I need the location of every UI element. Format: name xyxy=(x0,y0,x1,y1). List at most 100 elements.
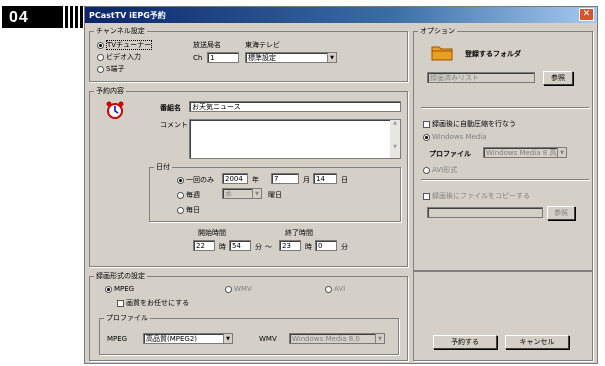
weekday-unit: 曜日 xyxy=(268,191,282,199)
weekly-label: 毎週 xyxy=(186,191,200,199)
month-unit: 月 xyxy=(303,176,310,184)
options-divider-2 xyxy=(421,179,589,180)
record-format-legend: 録画形式の設定 xyxy=(96,272,145,280)
reserve-button[interactable]: 予約する xyxy=(433,335,497,349)
program-legend: 予約内容 xyxy=(96,87,124,95)
end-hour-input[interactable]: 23 xyxy=(279,240,301,251)
close-button[interactable]: ✕ xyxy=(579,8,594,21)
radio-dot xyxy=(177,191,184,199)
compress-wm-radio[interactable]: Windows Media xyxy=(423,133,487,141)
time-range-tilde: 〜 xyxy=(265,243,272,251)
start-hour-unit: 時 xyxy=(219,243,226,251)
chevron-down-icon: ▼ xyxy=(252,189,261,198)
radio-dot xyxy=(97,65,104,73)
wmv-profile-select[interactable]: Windows Media 8.0 ▼ xyxy=(289,333,385,344)
comment-textarea[interactable] xyxy=(189,119,401,159)
channel-preset-value: 標準設定 xyxy=(248,54,276,62)
format-avi-radio[interactable]: AVI xyxy=(325,285,345,293)
auto-quality-checkbox[interactable]: 画質をお任せにする xyxy=(117,298,189,308)
checkbox-box xyxy=(117,299,124,307)
daily-label: 毎日 xyxy=(186,206,200,214)
year-input[interactable]: 2004 xyxy=(222,173,248,184)
start-time-label: 開始時間 xyxy=(198,229,226,237)
options-divider xyxy=(421,107,589,108)
checkbox-box xyxy=(423,192,430,200)
weekday-select[interactable]: 水 ▼ xyxy=(222,188,262,199)
auto-compress-checkbox[interactable]: 録画後に自動圧縮を行なう xyxy=(423,119,516,129)
compress-profile-value: Windows Media 8 高品 xyxy=(486,149,564,157)
folder-label: 登録するフォルダ xyxy=(465,50,521,58)
chevron-down-icon: ▼ xyxy=(327,53,336,62)
window-title: PCastTV iEPG予約 xyxy=(85,7,597,23)
station-label: 放送局名 xyxy=(193,41,221,49)
format-wmv-radio[interactable]: WMV xyxy=(225,285,252,293)
year-unit: 年 xyxy=(252,176,259,184)
copy-file-checkbox[interactable]: 録画後にファイルをコピーする xyxy=(423,191,530,201)
end-min-input[interactable]: 0 xyxy=(315,240,337,251)
reservation-dialog: PCastTV iEPG予約 ✕ チャンネル設定 TVチューナー ビデオ入力 S… xyxy=(84,6,598,364)
mpeg-profile-select[interactable]: 高品質(MPEG2) ▼ xyxy=(143,333,233,344)
source-s-video-label: S端子 xyxy=(106,65,125,73)
copy-path-input[interactable] xyxy=(427,207,543,218)
page-number-badge: 04 xyxy=(2,6,60,28)
chevron-down-icon: ▼ xyxy=(375,334,384,343)
source-tuner-label: TVチューナー xyxy=(106,40,153,50)
alarm-clock-icon xyxy=(105,100,125,120)
chevron-down-icon: ▼ xyxy=(223,334,232,343)
once-radio[interactable]: 一回のみ xyxy=(177,175,214,185)
weekday-value: 水 xyxy=(225,190,232,198)
scroll-down-icon: ▼ xyxy=(393,144,397,150)
copy-file-label: 録画後にファイルをコピーする xyxy=(432,192,530,200)
date-legend: 日付 xyxy=(156,163,170,171)
format-wmv-label: WMV xyxy=(234,285,252,293)
start-min-input[interactable]: 54 xyxy=(229,240,251,251)
day-input[interactable]: 14 xyxy=(313,173,337,184)
comment-scrollbar[interactable]: ▲ ▼ xyxy=(390,120,400,158)
end-time-label: 終了時間 xyxy=(285,229,313,237)
radio-dot xyxy=(97,41,104,49)
cancel-button[interactable]: キャンセル xyxy=(505,335,569,349)
compress-profile-label: プロファイル xyxy=(429,150,471,158)
end-hour-unit: 時 xyxy=(305,243,312,251)
comment-label: コメント xyxy=(160,121,188,129)
radio-dot xyxy=(105,285,112,293)
source-s-video-radio[interactable]: S端子 xyxy=(97,64,124,74)
auto-compress-label: 録画後に自動圧縮を行なう xyxy=(432,120,516,128)
weekly-radio[interactable]: 毎週 xyxy=(177,190,200,200)
chevron-down-icon: ▼ xyxy=(557,148,566,157)
start-hour-input[interactable]: 22 xyxy=(193,240,215,251)
source-tuner-radio[interactable]: TVチューナー xyxy=(97,40,153,50)
radio-dot xyxy=(177,206,184,214)
station-name: 東海テレビ xyxy=(245,41,280,49)
options-legend: オプション xyxy=(420,27,455,35)
channel-preset-select[interactable]: 標準設定 ▼ xyxy=(245,52,337,63)
program-title-label: 番組名 xyxy=(160,104,181,112)
scroll-up-icon: ▲ xyxy=(393,120,397,126)
folder-icon xyxy=(431,43,453,61)
folder-path-input[interactable]: 録画済みリスト xyxy=(427,72,535,83)
daily-radio[interactable]: 毎日 xyxy=(177,205,200,215)
channel-number-input[interactable]: 1 xyxy=(207,52,239,63)
format-mpeg-label: MPEG xyxy=(114,285,135,293)
wmv-profile-value: Windows Media 8.0 xyxy=(292,335,360,343)
browse-copy-button[interactable]: 参照 xyxy=(547,206,575,220)
start-min-unit: 分 xyxy=(255,243,262,251)
program-title-input[interactable]: お天気ニュース xyxy=(189,101,401,112)
channel-settings-legend: チャンネル設定 xyxy=(96,27,145,35)
wmv-profile-label: WMV xyxy=(259,335,277,343)
browse-folder-button[interactable]: 参照 xyxy=(543,71,573,85)
mpeg-profile-label: MPEG xyxy=(107,335,128,343)
radio-dot xyxy=(225,285,232,293)
source-video-radio[interactable]: ビデオ入力 xyxy=(97,52,141,62)
format-mpeg-radio[interactable]: MPEG xyxy=(105,285,134,293)
format-avi-label: AVI xyxy=(334,285,346,293)
compress-wm-label: Windows Media xyxy=(432,133,487,141)
compress-avi-label: AVI形式 xyxy=(432,166,458,174)
day-unit: 日 xyxy=(341,176,348,184)
month-input[interactable]: 7 xyxy=(271,173,299,184)
auto-quality-label: 画質をお任せにする xyxy=(126,299,190,307)
mpeg-profile-value: 高品質(MPEG2) xyxy=(146,335,198,343)
ch-label: Ch xyxy=(193,54,203,62)
compress-avi-radio[interactable]: AVI形式 xyxy=(423,165,457,175)
compress-profile-select[interactable]: Windows Media 8 高品 ▼ xyxy=(483,147,567,158)
